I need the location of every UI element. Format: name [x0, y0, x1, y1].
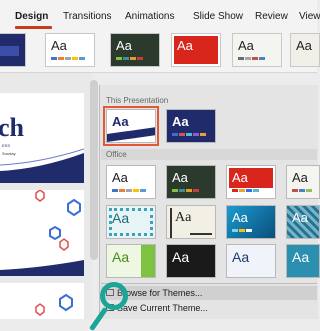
theme-thumb-office[interactable]: Aa [166, 165, 216, 199]
tab-animations[interactable]: Animations [125, 11, 174, 22]
theme-thumb-office[interactable]: Aa [166, 244, 216, 278]
theme-thumb-office[interactable]: Aa [286, 244, 320, 278]
ribbon-theme-thumb[interactable]: Aa [232, 33, 282, 67]
slide-thumbnails-pane: ch ESS Sunday [0, 73, 92, 319]
theme-sample-text: Aa [232, 170, 248, 185]
theme-sample-text: Aa [238, 38, 254, 53]
theme-sample-text: Aa [232, 210, 248, 225]
ribbon-theme-thumb[interactable]: Aa [45, 33, 95, 67]
theme-thumb-office[interactable]: Aa [286, 205, 320, 239]
theme-sample-text: Aa [177, 38, 193, 53]
theme-thumb-office[interactable]: Aa [226, 244, 276, 278]
theme-thumb-office[interactable]: Aa [166, 205, 216, 239]
ribbon-theme-thumb[interactable]: Aa [110, 33, 160, 67]
ribbon-theme-thumb[interactable] [0, 33, 26, 67]
tab-view[interactable]: View [299, 11, 320, 22]
theme-sample-text: Aa [112, 114, 129, 129]
slide-subtitle-text: ESS [2, 143, 11, 148]
slide-thumbnail[interactable]: ch ESS Sunday [0, 93, 84, 183]
theme-sample-text: Aa [292, 210, 308, 225]
slide-date-text: Sunday [2, 151, 16, 156]
save-current-theme-label: Save Current Theme... [117, 303, 208, 313]
theme-thumb-office[interactable]: Aa [106, 244, 156, 278]
theme-sample-text: Aa [112, 249, 130, 265]
tab-review[interactable]: Review [255, 11, 288, 22]
theme-sample-text: Aa [172, 170, 188, 185]
section-label-this-presentation: This Presentation [106, 96, 169, 105]
theme-thumb-office[interactable]: Aa [106, 165, 156, 199]
theme-thumb-office[interactable]: Aa [106, 205, 156, 239]
ribbon-theme-thumb[interactable]: Aa [171, 33, 221, 67]
slides-scrollbar[interactable] [90, 80, 98, 260]
section-label-office: Office [106, 150, 127, 159]
theme-sample-text: Aa [112, 210, 130, 226]
browse-for-themes-item[interactable]: Browse for Themes... [101, 286, 317, 300]
browse-for-themes-label: Browse for Themes... [117, 288, 203, 298]
save-current-theme-item[interactable]: Save Current Theme... [101, 301, 317, 315]
theme-thumb-office[interactable]: Aa [226, 205, 276, 239]
magnifier-overlay-icon [100, 282, 128, 310]
theme-sample-text: Aa [175, 210, 192, 225]
theme-thumb-office[interactable]: Aa [286, 165, 320, 199]
theme-sample-text: Aa [172, 249, 190, 265]
menu-divider [101, 283, 317, 284]
slide-artwork [0, 190, 84, 276]
slide-thumbnail[interactable] [0, 190, 84, 276]
ribbon-theme-thumb[interactable]: Aa [290, 33, 320, 67]
theme-thumb-current[interactable]: Aa [103, 106, 159, 146]
ribbon-tab-bar: Design Transitions Animations Slide Show… [0, 0, 320, 30]
theme-thumb-office[interactable]: Aa [226, 165, 276, 199]
tab-transitions[interactable]: Transitions [63, 11, 112, 22]
ribbon-theme-gallery: Aa Aa Aa Aa Aa [0, 30, 320, 72]
theme-sample-text: Aa [112, 170, 128, 185]
theme-thumb-current-dark[interactable]: Aa [166, 109, 216, 143]
theme-sample-text: Aa [116, 38, 132, 53]
theme-sample-text: Aa [172, 114, 189, 129]
tab-design[interactable]: Design [15, 11, 48, 22]
slide-artwork [35, 293, 73, 316]
theme-sample-text: Aa [292, 170, 308, 185]
section-band-office [101, 149, 317, 160]
theme-sample-text: Aa [51, 38, 67, 53]
active-tab-indicator [15, 26, 52, 29]
tab-slide-show[interactable]: Slide Show [193, 11, 243, 22]
slide-title-text: ch [0, 113, 24, 142]
slide-thumbnail[interactable] [0, 283, 84, 319]
theme-sample-text: Aa [292, 249, 310, 265]
theme-sample-text: Aa [232, 249, 250, 265]
theme-sample-text: Aa [296, 38, 312, 53]
